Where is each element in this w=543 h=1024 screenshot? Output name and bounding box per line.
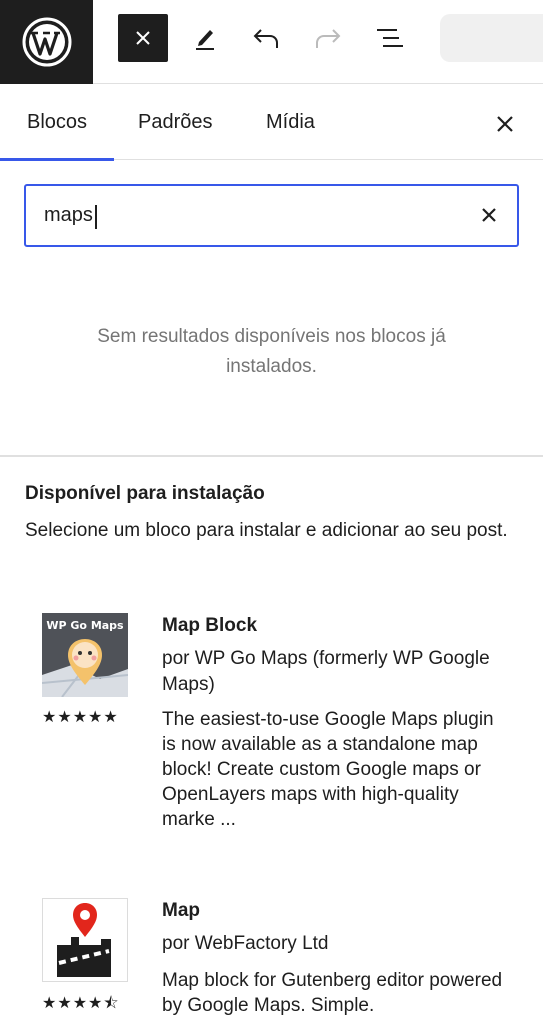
no-results-message: Sem resultados disponíveis nos blocos já… [97, 326, 446, 377]
section-divider [0, 455, 543, 457]
undo-button[interactable] [241, 14, 291, 62]
block-title: Map [162, 900, 200, 921]
pen-icon [196, 30, 214, 50]
tab-media[interactable]: Mídia [266, 85, 315, 160]
block-title: Map Block [162, 615, 258, 636]
block-thumbnail [42, 898, 128, 982]
block-search [24, 184, 519, 247]
block-description: The easiest-to-use Google Maps plugin is… [162, 709, 494, 830]
list-view-icon [377, 29, 403, 47]
available-description: Selecione um bloco para instalar e adici… [25, 520, 508, 541]
block-description: Map block for Gutenberg editor powered b… [162, 970, 503, 1016]
close-icon [482, 208, 496, 222]
close-inserter-button[interactable] [118, 14, 168, 62]
undo-icon [253, 29, 278, 48]
thumbnail-label: WP Go Maps [46, 619, 124, 632]
map-pin-icon [43, 899, 127, 981]
list-view-button[interactable] [365, 14, 415, 62]
tools-button[interactable] [180, 14, 230, 62]
available-heading: Disponível para instalação [25, 483, 265, 504]
block-thumbnail: WP Go Maps [42, 613, 128, 697]
block-author: por WP Go Maps (formerly WP Google Maps) [162, 648, 490, 695]
wordpress-logo-icon[interactable] [0, 0, 93, 84]
inserter-tabs: Blocos Padrões Mídia [0, 85, 543, 161]
tab-patterns[interactable]: Padrões [138, 85, 213, 160]
close-icon [497, 116, 513, 132]
close-icon [136, 31, 150, 45]
rating-stars: ★★★★★ [42, 709, 119, 726]
search-input[interactable] [44, 186, 464, 245]
clear-search-button[interactable] [474, 200, 504, 230]
rating-stars: ★★★★⯪ [42, 995, 120, 1012]
redo-button[interactable] [303, 14, 353, 62]
close-panel-button[interactable] [490, 109, 520, 139]
tab-blocks[interactable]: Blocos [0, 85, 114, 161]
document-title-bar[interactable] [440, 14, 543, 62]
redo-icon [316, 29, 341, 48]
editor-toolbar [0, 0, 543, 84]
text-caret [95, 205, 97, 229]
block-author: por WebFactory Ltd [162, 933, 329, 954]
